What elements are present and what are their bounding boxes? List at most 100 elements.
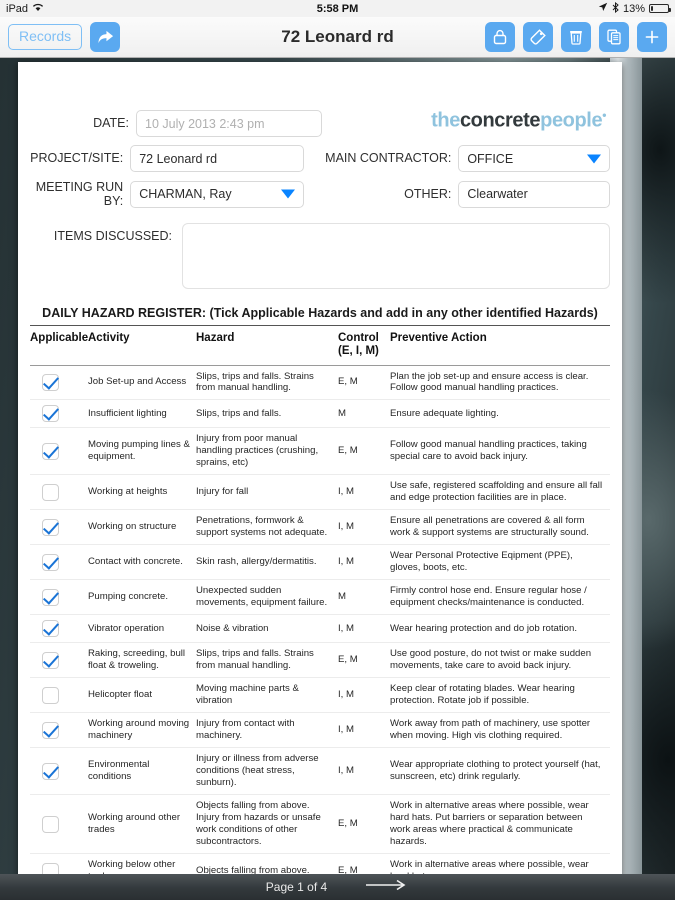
applicable-checkbox[interactable] [42,405,59,423]
col-header-applicable: Applicable [30,331,89,344]
meeting-run-by-select[interactable]: CHARMAN, Ray [130,180,305,208]
preventive-action-cell: Plan the job set-up and ensure access is… [390,365,610,401]
applicable-checkbox[interactable] [42,442,59,460]
app-root: iPad 5:58 PM 13% Records 72 Leonard rd t… [0,0,675,900]
main-contractor-select[interactable]: OFFICE [458,145,610,172]
applicable-checkbox[interactable] [42,483,59,501]
applicable-checkbox[interactable] [42,620,59,638]
activity-cell: Working on structure [88,509,196,546]
applicable-cell [30,474,88,511]
activity-cell: Environmental conditions [88,747,196,796]
hazard-cell: Unexpected sudden movements, equipment f… [196,579,338,616]
plus-icon [643,28,661,46]
status-bar-clock: 5:58 PM [316,2,359,15]
share-arrow-icon [96,28,115,47]
preventive-action-cell: Firmly control hose end. Ensure regular … [390,579,610,616]
hazard-cell: Objects falling from above. Injury from … [196,794,338,855]
preventive-action-cell: Wear hearing protection and do job rotat… [390,614,610,644]
table-row: Moving pumping lines & equipment. Injury … [30,427,610,476]
share-button[interactable] [90,22,121,52]
battery-percent-label: 13% [622,2,645,15]
table-row: Helicopter float Moving machine parts & v… [30,677,610,714]
meeting-run-by-value: CHARMAN, Ray [139,187,232,202]
logo-part-people: people [540,109,603,132]
control-cell: I, M [338,474,390,511]
location-arrow-icon [598,2,608,15]
applicable-checkbox[interactable] [42,721,59,739]
applicable-checkbox[interactable] [42,518,59,536]
tag-icon [529,28,547,46]
control-cell: E, M [338,642,390,679]
applicable-checkbox[interactable] [42,373,59,391]
status-bar-right: 13% [598,1,671,16]
applicable-checkbox[interactable] [42,651,59,669]
control-cell: I, M [338,712,390,749]
control-cell: M [338,399,390,429]
records-back-button[interactable]: Records [8,24,83,50]
hazard-cell: Skin rash, allergy/dermatitis. [196,544,338,581]
battery-icon [649,4,671,13]
applicable-cell [30,794,88,855]
activity-cell: Job Set-up and Access [88,365,196,401]
applicable-checkbox[interactable] [42,553,59,571]
activity-cell: Moving pumping lines & equipment. [88,427,196,476]
meeting-run-by-label: MEETING RUN BY: [35,180,124,209]
preventive-action-cell: Follow good manual handling practices, t… [390,427,610,476]
duplicate-button[interactable] [599,22,629,52]
table-row: Contact with concrete. Skin rash, allergy… [30,544,610,581]
activity-cell: Working at heights [88,474,196,511]
bluetooth-icon [612,1,619,16]
date-field[interactable]: 10 July 2013 2:43 pm [136,110,322,137]
table-row: Insufficient lighting Slips, trips and fa… [30,399,610,429]
app-toolbar: Records 72 Leonard rd [0,17,675,58]
applicable-cell [30,642,88,679]
preventive-action-cell: Wear appropriate clothing to protect you… [390,747,610,796]
applicable-cell [30,677,88,714]
hazard-cell: Injury or illness from adverse condition… [196,747,338,796]
hazard-register-table: Applicable Activity Hazard Control (E, I… [30,326,610,900]
activity-cell: Vibrator operation [88,614,196,644]
logo-registered-mark: • [602,108,606,122]
tag-button[interactable] [523,22,553,52]
applicable-cell [30,399,88,429]
hazard-cell: Noise & vibration [196,614,338,644]
col-header-control-line2: (E, I, M) [338,344,379,357]
trash-icon [567,28,585,46]
applicable-checkbox[interactable] [42,815,59,833]
logo-part-concrete: concrete [459,109,541,132]
hazard-cell: Injury for fall [196,474,338,511]
applicable-checkbox[interactable] [42,686,59,704]
add-button[interactable] [637,22,667,52]
hazard-cell: Penetrations, formwork & support systems… [196,509,338,546]
preventive-action-cell: Wear Personal Protective Eqipment (PPE),… [390,544,610,581]
hazard-cell: Moving machine parts & vibration [196,677,338,714]
date-label: DATE: [93,116,129,131]
preventive-action-cell: Use good posture, do not twist or make s… [390,642,610,679]
items-discussed-textarea[interactable] [182,222,610,289]
preventive-action-cell: Ensure adequate lighting. [390,399,610,429]
items-discussed-row: ITEMS DISCUSSED: [30,222,610,289]
applicable-checkbox[interactable] [42,588,59,606]
lock-button[interactable] [485,22,515,52]
control-cell: M [338,579,390,616]
table-row: Vibrator operation Noise & vibration I, MW… [30,614,610,644]
next-page-button[interactable] [365,878,409,896]
preventive-action-cell: Use safe, registered scaffolding and ens… [390,474,610,511]
hazard-register-title: DAILY HAZARD REGISTER: (Tick Applicable … [42,305,598,320]
control-cell: E, M [338,427,390,476]
col-header-hazard: Hazard [196,331,235,344]
table-row: Working around moving machinery Injury fr… [30,712,610,749]
project-site-label: PROJECT/SITE: [30,151,124,166]
applicable-checkbox[interactable] [42,762,59,780]
preventive-action-cell: Work away from path of machinery, use sp… [390,712,610,749]
delete-button[interactable] [561,22,591,52]
applicable-cell [30,712,88,749]
duplicate-icon [605,28,623,46]
activity-cell: Raking, screeding, bull float & trowelin… [88,642,196,679]
site-contractor-row: PROJECT/SITE: 72 Leonard rd MAIN CONTRAC… [30,145,610,172]
other-field[interactable]: Clearwater [458,180,610,208]
applicable-cell [30,544,88,581]
table-body: Job Set-up and Access Slips, trips and fa… [30,365,610,900]
project-site-field[interactable]: 72 Leonard rd [130,145,305,172]
hazard-cell: Injury from contact with machinery. [196,712,338,749]
